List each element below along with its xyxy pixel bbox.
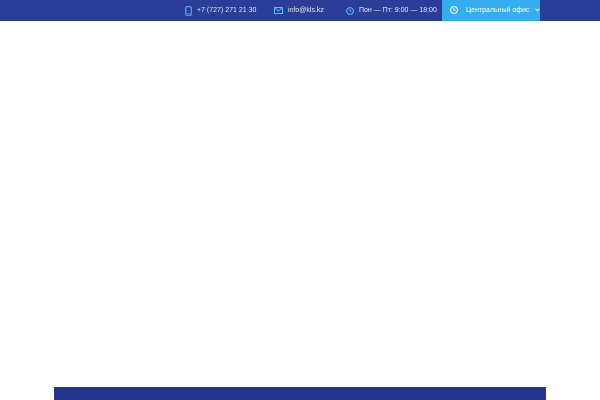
office-select-value[interactable]: Центральный офис [466, 7, 529, 14]
mail-icon [274, 7, 283, 14]
working-hours-text: Пон — Пт: 9:00 — 18:00 [359, 7, 437, 14]
clock-icon [450, 5, 458, 16]
phone-contact[interactable]: +7 (727) 271 21 30 [185, 0, 256, 21]
working-hours: Пон — Пт: 9:00 — 18:00 [346, 0, 437, 21]
main-content-area [0, 21, 600, 387]
phone-number[interactable]: +7 (727) 271 21 30 [197, 7, 256, 14]
office-select-dropdown[interactable]: Центральный офис [442, 0, 541, 21]
phone-icon [185, 5, 192, 16]
top-info-bar: +7 (727) 271 21 30 info@kls.kz Пон — Пт:… [0, 0, 600, 21]
footer-band [54, 387, 546, 400]
email-address[interactable]: info@kls.kz [288, 7, 324, 14]
email-contact[interactable]: info@kls.kz [274, 0, 324, 21]
clock-icon [346, 6, 354, 15]
chevron-down-icon[interactable] [535, 7, 541, 14]
